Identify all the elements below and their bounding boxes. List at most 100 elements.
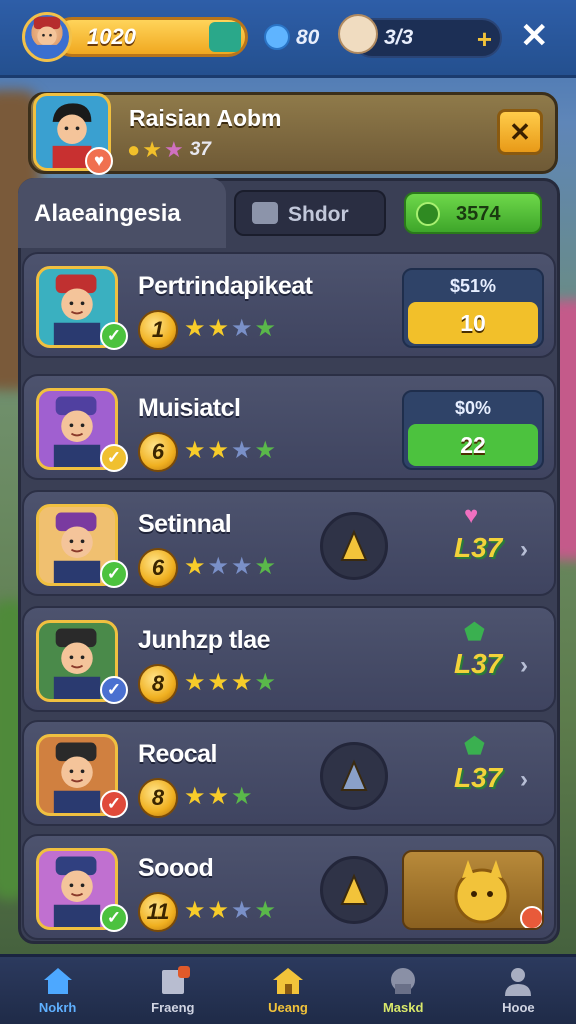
purchase-box[interactable]: $0% 22 [402, 390, 544, 470]
item-icon [340, 529, 368, 561]
item-icon [340, 873, 368, 905]
book-icon [161, 966, 190, 994]
chevron-right-icon[interactable]: › [520, 652, 528, 680]
add-energy-button[interactable]: + [477, 24, 492, 55]
heart-badge-icon: ♥ [85, 147, 113, 175]
level-requirement: L37 [454, 532, 503, 563]
star-icon: ★ [207, 669, 230, 696]
helmet-icon [391, 968, 416, 994]
star-icon: ★ [184, 437, 206, 464]
coin-amount: 1020 [87, 24, 136, 49]
house-icon [273, 968, 303, 994]
list-item[interactable]: ✓ Muisiatcl 6 ★ ★ ★ ★ $0% 22 [22, 374, 556, 480]
character-name: Muisiatcl [138, 394, 241, 422]
bottom-nav: Nokrh Fraeng Ueang Maskd Hooe [0, 954, 576, 1024]
purchase-box[interactable]: $51% 10 [402, 268, 544, 348]
rating-value: 37 [189, 139, 211, 160]
star-icon: ★ [231, 897, 253, 924]
star-rating: ★ ★ ★ ★ [184, 898, 276, 924]
player-avatar[interactable] [22, 12, 72, 62]
tag-icon [252, 202, 278, 224]
level-badge: 1 [138, 310, 178, 350]
buy-button[interactable]: 10 [408, 302, 538, 344]
check-badge-icon: ✓ [100, 904, 128, 932]
gem-icon: ⬟ [464, 733, 485, 760]
tab-active-label: Alaeaingesia [34, 200, 181, 227]
star-icon: ★ [254, 315, 277, 342]
level-badge: 8 [138, 778, 178, 818]
item-slot[interactable] [320, 742, 388, 810]
star-rating: ★ ★ ★ ★ [184, 438, 276, 464]
level-requirement: L37 [454, 762, 503, 793]
chevron-right-icon[interactable]: › [520, 766, 528, 794]
level-badge: 6 [138, 432, 178, 472]
home-icon [43, 968, 72, 994]
check-badge-icon: ✓ [100, 444, 128, 472]
character-name: Setinnal [138, 510, 232, 538]
profile-header: ♥ Raisian Aobm ● ★ ★ 37 ✕ [28, 92, 558, 175]
star-icon: ★ [231, 315, 253, 342]
star-icon: ★ [254, 553, 277, 580]
coin-icon [416, 202, 440, 226]
currency-value: 3574 [456, 203, 501, 225]
item-slot[interactable] [320, 856, 388, 924]
star-icon: ★ [184, 669, 206, 696]
level-requirement: L37 [454, 648, 503, 679]
character-name: Soood [138, 854, 214, 882]
level-badge: 8 [138, 664, 178, 704]
chevron-right-icon[interactable]: › [520, 536, 528, 564]
star-icon: ★ [142, 137, 163, 162]
nav-label: Maskd [382, 1000, 424, 1015]
currency-button[interactable]: 3574 [404, 192, 542, 234]
price-label: $0% [454, 398, 492, 418]
nav-item-profile[interactable]: Hooe [461, 957, 576, 1024]
list-item[interactable]: ✓ Pertrindapikeat 1 ★ ★ ★ ★ $51% 10 [22, 252, 556, 358]
list-item[interactable]: ✓ Reocal 8 ★ ★ ★ ⬟ L37 › [22, 720, 556, 826]
top-bar: 1020 80 3/3 + ✕ [0, 0, 576, 78]
close-icon[interactable]: ✕ [520, 16, 549, 56]
buy-button[interactable]: 22 [408, 424, 538, 466]
check-badge-icon: ✓ [100, 676, 128, 704]
nav-item-maskd[interactable]: Maskd [346, 957, 461, 1024]
person-icon [505, 968, 532, 996]
energy-amount: 3/3 [384, 26, 414, 49]
heart-icon: ♥ [464, 502, 479, 529]
star-icon: ★ [231, 783, 253, 810]
pie-icon [338, 14, 378, 54]
pet-card[interactable] [402, 850, 544, 930]
item-icon [340, 759, 368, 791]
nav-label: Ueang [268, 1000, 308, 1015]
price-label: $51% [449, 276, 497, 296]
list-item[interactable]: ✓ Soood 11 ★ ★ ★ ★ [22, 834, 556, 940]
tab-shop[interactable]: Shdor [234, 190, 386, 236]
check-badge-icon: ✓ [100, 790, 128, 818]
gem-icon [264, 24, 290, 50]
star-icon: ★ [184, 553, 206, 580]
star-icon: ★ [164, 137, 184, 162]
star-icon: ★ [207, 897, 230, 924]
star-icon: ★ [184, 897, 206, 924]
star-icon: ★ [254, 437, 277, 464]
star-icon: ★ [207, 437, 230, 464]
item-slot[interactable] [320, 512, 388, 580]
level-badge: 11 [138, 892, 178, 932]
nav-item-ueang[interactable]: Ueang [230, 957, 345, 1024]
nav-item-home[interactable]: Nokrh [0, 957, 115, 1024]
list-item[interactable]: ✓ Junhzp tlae 8 ★ ★ ★ ★ ⬟ L37 › [22, 606, 556, 712]
pet-icon [454, 860, 542, 928]
list-item[interactable]: ✓ Setinnal 6 ★ ★ ★ ★ ♥ L37 › [22, 490, 556, 596]
tab-bar: Alaeaingesia Shdor 3574 [18, 178, 560, 248]
coin-counter[interactable]: 1020 [52, 17, 248, 57]
nav-label: Nokrh [38, 1000, 77, 1015]
star-icon: ★ [231, 553, 253, 580]
star-icon: ★ [207, 315, 230, 342]
diamond-icon [209, 22, 241, 52]
star-rating: ★ ★ ★ ★ [184, 554, 276, 580]
tab-shop-label: Shdor [288, 203, 349, 226]
profile-rating: ● ★ ★ 37 [127, 137, 211, 163]
nav-item-fraeng[interactable]: Fraeng [115, 957, 230, 1024]
check-badge-icon: ✓ [100, 560, 128, 588]
character-name: Pertrindapikeat [138, 272, 313, 300]
tab-active[interactable]: Alaeaingesia [18, 178, 226, 248]
header-close-button[interactable]: ✕ [497, 109, 543, 155]
